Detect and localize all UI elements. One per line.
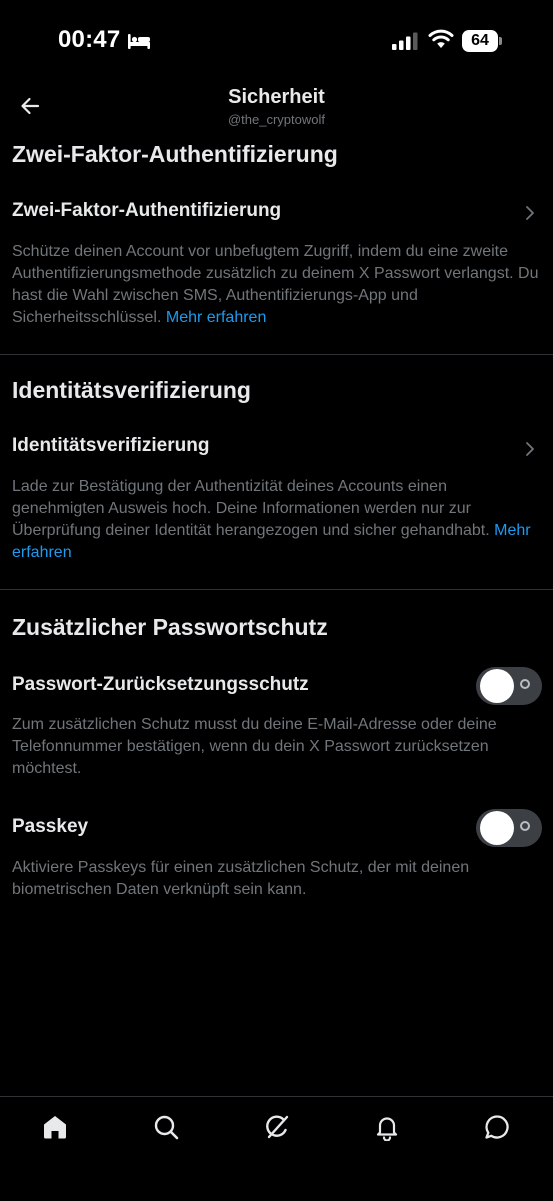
identity-description-text: Lade zur Bestätigung der Authentizität d…	[12, 478, 490, 539]
toggle-knob	[480, 811, 514, 845]
identity-description: Lade zur Bestätigung der Authentizität d…	[12, 476, 540, 564]
nav-messages[interactable]	[477, 1109, 517, 1149]
toggle-off-indicator-icon	[520, 679, 530, 689]
section-heading-two-factor: Zwei-Faktor-Authentifizierung	[12, 141, 338, 167]
nav-grok[interactable]	[257, 1109, 297, 1149]
nav-search[interactable]	[146, 1109, 186, 1149]
two-factor-description-text: Schütze deinen Account vor unbefugtem Zu…	[12, 243, 539, 326]
grok-icon	[263, 1113, 291, 1146]
home-icon	[41, 1113, 69, 1146]
identity-verification-row[interactable]: Identitätsverifizierung	[12, 435, 209, 457]
two-factor-row[interactable]: Zwei-Faktor-Authentifizierung	[12, 200, 281, 222]
chevron-right-icon	[524, 204, 536, 227]
bottom-navigation	[0, 1096, 553, 1201]
wifi-icon	[428, 29, 454, 54]
battery-indicator: 64	[462, 30, 498, 52]
passkey-description: Aktiviere Passkeys für einen zusätzliche…	[12, 859, 470, 898]
cellular-signal-icon	[392, 32, 418, 55]
divider	[0, 589, 553, 590]
status-bar: 00:47 64	[0, 0, 553, 80]
page-title: Sicherheit	[228, 86, 325, 108]
password-reset-protection-description: Zum zusätzlichen Schutz musst du deine E…	[12, 716, 497, 777]
bell-icon	[373, 1113, 401, 1146]
password-reset-protection-label: Passwort-Zurücksetzungsschutz	[12, 674, 309, 695]
learn-more-link[interactable]: Mehr erfahren	[166, 309, 267, 326]
account-handle: @the_cryptowolf	[227, 112, 326, 127]
header: Sicherheit @the_cryptowolf	[0, 80, 553, 140]
passkey-toggle[interactable]	[476, 809, 542, 847]
passkey-label: Passkey	[12, 816, 89, 837]
messages-icon	[483, 1113, 511, 1146]
nav-home[interactable]	[35, 1109, 75, 1149]
bed-icon	[127, 32, 151, 55]
section-heading-password-protection: Zusätzlicher Passwortschutz	[12, 614, 328, 640]
search-icon	[152, 1113, 180, 1146]
password-reset-protection-toggle[interactable]	[476, 667, 542, 705]
nav-notifications[interactable]	[367, 1109, 407, 1149]
two-factor-description: Schütze deinen Account vor unbefugtem Zu…	[12, 241, 540, 329]
section-heading-identity: Identitätsverifizierung	[12, 377, 251, 403]
divider	[0, 354, 553, 355]
toggle-knob	[480, 669, 514, 703]
status-time: 00:47	[58, 26, 121, 53]
battery-tip	[499, 37, 502, 45]
toggle-off-indicator-icon	[520, 821, 530, 831]
chevron-right-icon	[524, 440, 536, 463]
